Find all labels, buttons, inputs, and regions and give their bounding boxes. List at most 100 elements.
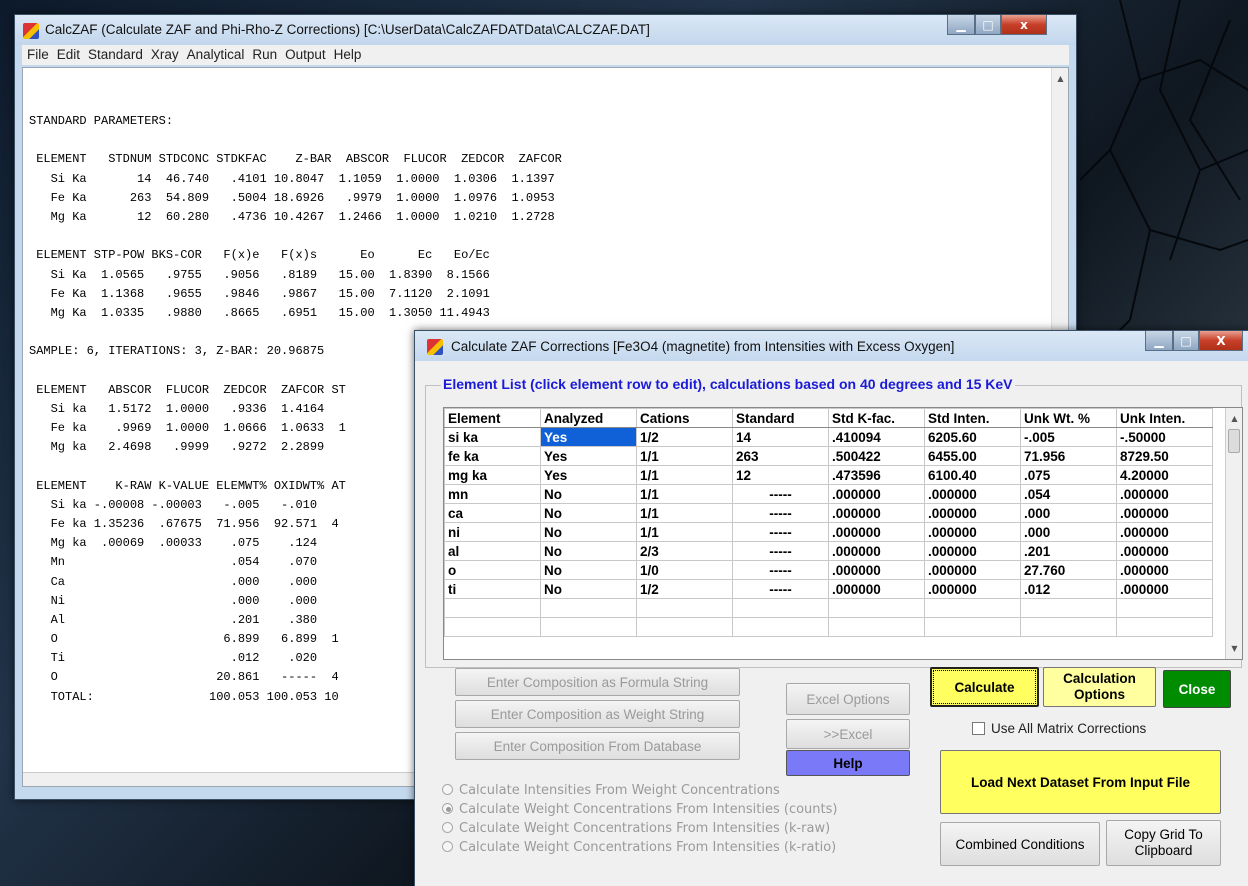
grid-cell[interactable]: ----- [732, 484, 829, 504]
grid-cell[interactable]: mn [444, 484, 541, 504]
grid-cell[interactable]: .000000 [924, 541, 1021, 561]
grid-cell[interactable]: ti [444, 579, 541, 599]
grid-cell[interactable]: No [540, 503, 637, 523]
radio-circle-icon[interactable] [442, 822, 453, 833]
grid-cell[interactable]: 12 [732, 465, 829, 485]
menu-standard[interactable]: Standard [84, 45, 147, 62]
composition-database-button[interactable]: Enter Composition From Database [455, 732, 740, 760]
grid-cell[interactable]: 1/1 [636, 465, 733, 485]
use-all-matrix-checkbox[interactable]: Use All Matrix Corrections [972, 721, 1146, 736]
radio-weight-from-kratio[interactable]: Calculate Weight Concentrations From Int… [442, 840, 836, 855]
grid-cell[interactable]: .000000 [1116, 560, 1213, 580]
grid-row[interactable]: mg ka Yes 1/1 12.473596 6100.40.075 4.20000 [444, 465, 1213, 485]
menu-run[interactable]: Run [248, 45, 281, 62]
grid-cell[interactable]: 263 [732, 446, 829, 466]
menu-output[interactable]: Output [281, 45, 330, 62]
grid-row[interactable]: ni No 1/1 ----- .000000.000000.000.000000 [444, 522, 1213, 542]
grid-cell[interactable]: Yes [540, 427, 637, 447]
grid-vertical-scrollbar[interactable]: ▲ ▼ [1225, 408, 1242, 659]
grid-cell[interactable]: .012 [1020, 579, 1117, 599]
grid-cell[interactable] [444, 617, 541, 637]
grid-cell[interactable]: .000000 [924, 522, 1021, 542]
grid-scroll-down-icon[interactable]: ▼ [1226, 640, 1242, 657]
grid-cell[interactable]: 1/2 [636, 427, 733, 447]
grid-cell[interactable] [636, 617, 733, 637]
grid-cell[interactable] [828, 617, 925, 637]
grid-cell[interactable]: -.50000 [1116, 427, 1213, 447]
grid-scroll-thumb[interactable] [1228, 429, 1240, 453]
dialog-minimize-button[interactable]: ▁ [1145, 331, 1173, 351]
radio-weight-from-kraw[interactable]: Calculate Weight Concentrations From Int… [442, 821, 830, 836]
radio-selected-icon[interactable] [442, 803, 453, 814]
grid-cell[interactable]: 1/2 [636, 579, 733, 599]
grid-cell[interactable]: .000000 [924, 560, 1021, 580]
help-button[interactable]: Help [786, 750, 910, 776]
grid-cell[interactable]: .000000 [828, 541, 925, 561]
grid-cell[interactable]: .500422 [828, 446, 925, 466]
minimize-button[interactable]: ▁ [947, 15, 975, 35]
radio-weight-from-counts[interactable]: Calculate Weight Concentrations From Int… [442, 802, 837, 817]
grid-row[interactable] [444, 598, 1213, 618]
grid-cell[interactable]: No [540, 541, 637, 561]
dialog-maximize-button[interactable]: □ [1173, 331, 1199, 351]
grid-cell[interactable]: 6100.40 [924, 465, 1021, 485]
radio-circle-icon[interactable] [442, 784, 453, 795]
grid-cell[interactable]: No [540, 560, 637, 580]
grid-cell[interactable]: fe ka [444, 446, 541, 466]
grid-cell[interactable]: ca [444, 503, 541, 523]
calculate-button[interactable]: Calculate [930, 667, 1039, 707]
grid-cell[interactable]: .000000 [828, 503, 925, 523]
menu-edit[interactable]: Edit [53, 45, 84, 62]
grid-cell[interactable] [732, 598, 829, 618]
grid-cell[interactable]: .054 [1020, 484, 1117, 504]
grid-cell[interactable]: .473596 [828, 465, 925, 485]
grid-cell[interactable]: .000000 [924, 503, 1021, 523]
excel-options-button[interactable]: Excel Options [786, 683, 910, 715]
grid-row[interactable]: mn No 1/1 ----- .000000.000000.054.000000 [444, 484, 1213, 504]
close-dialog-button[interactable]: Close [1163, 670, 1231, 708]
grid-cell[interactable] [444, 598, 541, 618]
grid-cell[interactable]: .000 [1020, 522, 1117, 542]
grid-cell[interactable]: .000000 [924, 579, 1021, 599]
grid-row[interactable]: fe ka Yes 1/1 263.500422 6455.00 71.956 8729.5… [444, 446, 1213, 466]
grid-row[interactable] [444, 617, 1213, 637]
grid-cell[interactable]: ni [444, 522, 541, 542]
grid-cell[interactable]: 2/3 [636, 541, 733, 561]
menu-analytical[interactable]: Analytical [183, 45, 249, 62]
grid-cell[interactable]: 6205.60 [924, 427, 1021, 447]
to-excel-button[interactable]: >>Excel [786, 719, 910, 749]
grid-row[interactable]: o No 1/0 ----- .000000.000000 27.760.000000 [444, 560, 1213, 580]
grid-cell[interactable]: .000000 [1116, 503, 1213, 523]
weight-string-button[interactable]: Enter Composition as Weight String [455, 700, 740, 728]
grid-cell[interactable]: mg ka [444, 465, 541, 485]
grid-cell[interactable]: .000000 [828, 484, 925, 504]
grid-cell[interactable] [924, 598, 1021, 618]
grid-cell[interactable] [1020, 617, 1117, 637]
grid-cell[interactable] [1020, 598, 1117, 618]
grid-row[interactable]: ti No 1/2 ----- .000000.000000.012.000000 [444, 579, 1213, 599]
grid-cell[interactable] [1116, 598, 1213, 618]
grid-cell[interactable]: No [540, 522, 637, 542]
load-next-dataset-button[interactable]: Load Next Dataset From Input File [940, 750, 1221, 814]
grid-cell[interactable]: .000000 [1116, 522, 1213, 542]
dialog-close-button[interactable]: X [1199, 331, 1243, 351]
scroll-up-icon[interactable]: ▲ [1052, 70, 1068, 87]
grid-cell[interactable]: .000000 [924, 484, 1021, 504]
grid-row[interactable]: al No 2/3 ----- .000000.000000.201.000000 [444, 541, 1213, 561]
grid-cell[interactable]: .000000 [828, 579, 925, 599]
grid-cell[interactable] [1116, 617, 1213, 637]
grid-cell[interactable]: 6455.00 [924, 446, 1021, 466]
grid-cell[interactable]: .000000 [828, 560, 925, 580]
grid-cell[interactable]: 27.760 [1020, 560, 1117, 580]
grid-cell[interactable] [924, 617, 1021, 637]
grid-cell[interactable]: ----- [732, 560, 829, 580]
menu-file[interactable]: File [22, 45, 53, 62]
grid-row[interactable]: si ka Yes 1/2 14.410094 6205.60 -.005 -.50000 [444, 427, 1213, 447]
radio-intensities-from-weight[interactable]: Calculate Intensities From Weight Concen… [442, 783, 780, 798]
grid-scroll-up-icon[interactable]: ▲ [1226, 410, 1242, 427]
close-button[interactable]: x [1001, 15, 1047, 35]
grid-cell[interactable]: 8729.50 [1116, 446, 1213, 466]
checkbox-icon[interactable] [972, 722, 985, 735]
grid-cell[interactable]: o [444, 560, 541, 580]
grid-cell[interactable]: -.005 [1020, 427, 1117, 447]
